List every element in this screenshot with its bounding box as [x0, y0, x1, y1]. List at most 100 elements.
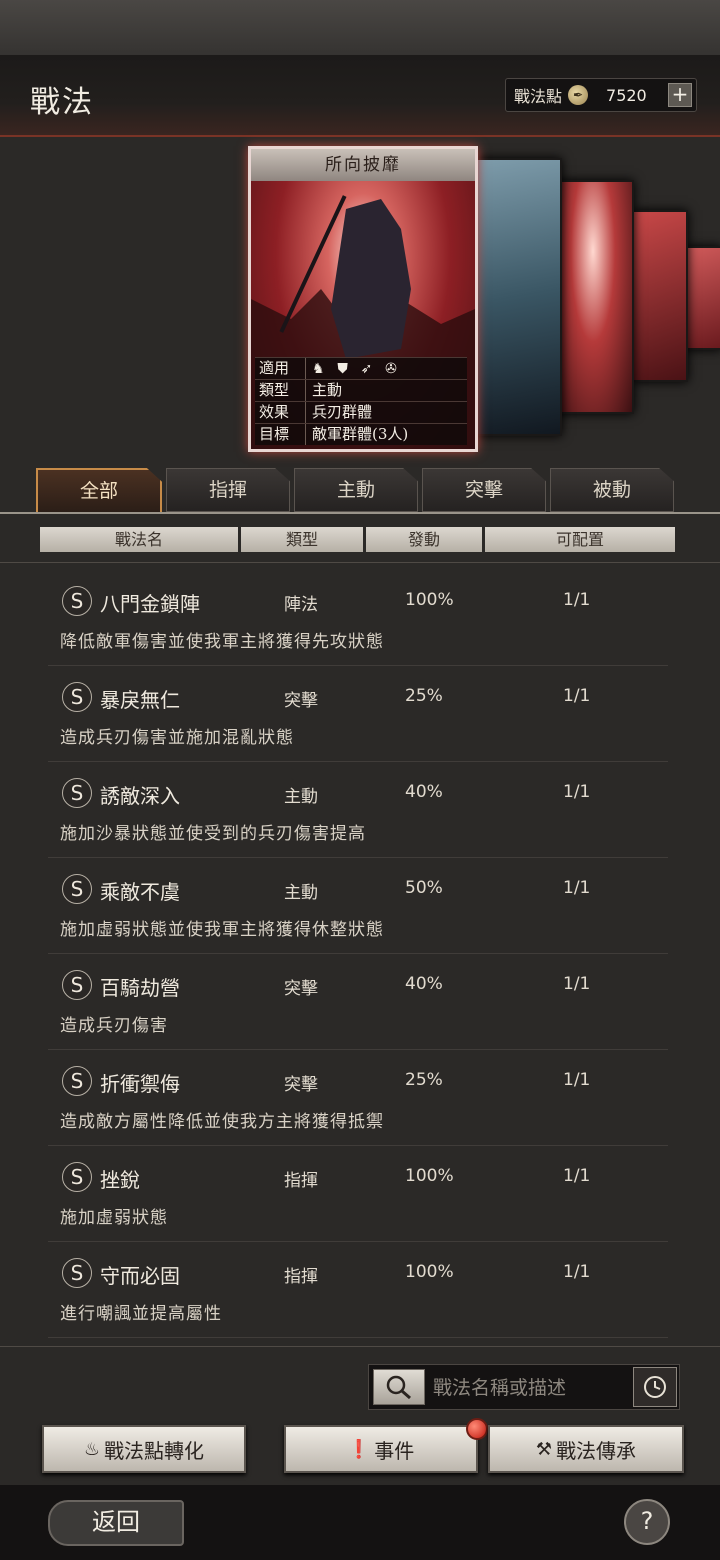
info-key: 類型 [255, 380, 306, 401]
tactic-type: 突擊 [284, 1075, 318, 1095]
clock-icon [644, 1376, 666, 1398]
cavalry-icon: ♞ [312, 361, 325, 377]
info-value: 主動 [312, 381, 343, 399]
tactic-rate: 100% [405, 1166, 454, 1186]
card-thumbnail[interactable] [632, 210, 688, 382]
alert-scroll-icon: ❗ [347, 1438, 371, 1460]
tactic-card-carousel[interactable]: 所向披靡 適用 ♞ ⛊ ➶ ✇ 類型 主動 效果 兵刃群體 目標 敵軍群體(3人… [0, 140, 720, 460]
tactic-points-value: 7520 [606, 85, 647, 105]
info-key: 目標 [255, 424, 306, 445]
tactic-type: 指揮 [284, 1267, 318, 1287]
info-key: 適用 [255, 358, 306, 379]
card-title: 所向披靡 [251, 149, 475, 181]
events-label: 事件 [374, 1438, 415, 1463]
tactic-name: 百騎劫營 [100, 976, 180, 1000]
card-info-row: 目標 敵軍群體(3人) [255, 423, 467, 445]
tactic-name: 誘敵深入 [100, 784, 180, 808]
info-value: 敵軍群體(3人) [312, 425, 409, 443]
tactic-point-coin-icon: ✒ [568, 85, 589, 105]
tactic-slots: 1/1 [563, 1070, 591, 1090]
grade-s-badge: S [62, 1066, 92, 1096]
notification-dot [466, 1418, 488, 1440]
tactic-list: S 八門金鎖陣 陣法 100% 1/1 降低敵軍傷害並使我軍主將獲得先攻狀態 S… [48, 570, 668, 1338]
column-header-type[interactable]: 類型 [241, 527, 363, 552]
tactic-row[interactable]: S 挫銳 指揮 100% 1/1 施加虛弱狀態 [48, 1146, 668, 1242]
tactic-slots: 1/1 [563, 686, 591, 706]
card-info-row: 類型 主動 [255, 379, 467, 401]
tactic-type: 主動 [284, 787, 318, 807]
tactic-rate: 50% [405, 878, 443, 898]
table-header: 戰法名 類型 發動 可配置 [40, 527, 678, 552]
tactic-type: 突擊 [284, 979, 318, 999]
history-button[interactable] [633, 1367, 677, 1407]
tab-all[interactable]: 全部 [36, 468, 162, 514]
tactic-name: 守而必固 [100, 1264, 180, 1288]
tactic-row[interactable]: S 百騎劫營 突擊 40% 1/1 造成兵刃傷害 [48, 954, 668, 1050]
column-header-rate[interactable]: 發動 [366, 527, 482, 552]
tactic-points-label: 戰法點 [514, 87, 563, 106]
tactic-row[interactable]: S 守而必固 指揮 100% 1/1 進行嘲諷並提高屬性 [48, 1242, 668, 1338]
grade-s-badge: S [62, 682, 92, 712]
card-thumbnail[interactable] [552, 180, 634, 414]
convert-points-button[interactable]: ♨ 戰法點轉化 [42, 1425, 246, 1473]
tactic-name: 折衝禦侮 [100, 1072, 180, 1096]
card-info-row: 適用 ♞ ⛊ ➶ ✇ [255, 357, 467, 379]
top-decor-band [0, 0, 720, 55]
tactic-name: 八門金鎖陣 [100, 592, 200, 616]
tactic-rate: 40% [405, 782, 443, 802]
search-button[interactable] [373, 1369, 425, 1405]
tactic-name: 暴戾無仁 [100, 688, 180, 712]
events-button[interactable]: ❗ 事件 [284, 1425, 478, 1473]
hammer-icon: ⚒ [535, 1438, 553, 1460]
siege-wheel-icon: ✇ [385, 361, 397, 377]
tactic-description: 造成敵方屬性降低並使我方主將獲得抵禦 [60, 1112, 384, 1132]
page-title: 戰法 [30, 85, 94, 120]
tactic-slots: 1/1 [563, 974, 591, 994]
tactic-name: 挫銳 [100, 1168, 140, 1192]
grade-s-badge: S [62, 1258, 92, 1288]
tab-passive[interactable]: 被動 [550, 468, 674, 512]
column-header-slots[interactable]: 可配置 [485, 527, 675, 552]
flame-icon: ♨ [83, 1438, 101, 1460]
tactic-slots: 1/1 [563, 1262, 591, 1282]
tactic-slots: 1/1 [563, 1166, 591, 1186]
tab-assault[interactable]: 突擊 [422, 468, 546, 512]
tab-command[interactable]: 指揮 [166, 468, 290, 512]
list-bottom-divider [0, 1346, 720, 1347]
tactic-description: 降低敵軍傷害並使我軍主將獲得先攻狀態 [60, 632, 384, 652]
search-icon [386, 1375, 411, 1400]
tactic-points-display: 戰法點 ✒ 7520 + [505, 78, 697, 112]
tactic-description: 造成兵刃傷害 [60, 1016, 168, 1036]
featured-tactic-card[interactable]: 所向披靡 適用 ♞ ⛊ ➶ ✇ 類型 主動 效果 兵刃群體 目標 敵軍群體(3人… [248, 146, 478, 452]
tactic-description: 施加虛弱狀態 [60, 1208, 168, 1228]
card-thumbnail[interactable] [472, 158, 562, 436]
tactic-rate: 40% [405, 974, 443, 994]
add-points-button[interactable]: + [668, 83, 692, 107]
tactic-type: 指揮 [284, 1171, 318, 1191]
tactic-row[interactable]: S 折衝禦侮 突擊 25% 1/1 造成敵方屬性降低並使我方主將獲得抵禦 [48, 1050, 668, 1146]
card-info-panel: 適用 ♞ ⛊ ➶ ✇ 類型 主動 效果 兵刃群體 目標 敵軍群體(3人) [255, 357, 467, 445]
tactic-inherit-label: 戰法傳承 [556, 1438, 637, 1463]
info-key: 效果 [255, 402, 306, 423]
tactic-inherit-button[interactable]: ⚒ 戰法傳承 [488, 1425, 684, 1473]
tactic-type: 主動 [284, 883, 318, 903]
tab-active[interactable]: 主動 [294, 468, 418, 512]
search-input[interactable] [431, 1371, 630, 1405]
tactic-row[interactable]: S 誘敵深入 主動 40% 1/1 施加沙暴狀態並使受到的兵刃傷害提高 [48, 762, 668, 858]
shield-icon: ⛊ [337, 361, 348, 377]
tactic-type: 突擊 [284, 691, 318, 711]
card-thumbnail[interactable] [684, 246, 720, 350]
grade-s-badge: S [62, 586, 92, 616]
tactic-row[interactable]: S 八門金鎖陣 陣法 100% 1/1 降低敵軍傷害並使我軍主將獲得先攻狀態 [48, 570, 668, 666]
header-divider [0, 562, 720, 563]
tactic-description: 造成兵刃傷害並施加混亂狀態 [60, 728, 294, 748]
help-button[interactable]: ? [624, 1499, 670, 1545]
tactic-row[interactable]: S 乘敵不虞 主動 50% 1/1 施加虛弱狀態並使我軍主將獲得休整狀態 [48, 858, 668, 954]
tactic-rate: 100% [405, 590, 454, 610]
column-header-name[interactable]: 戰法名 [40, 527, 238, 552]
back-button[interactable]: 返回 [48, 1500, 184, 1546]
tactic-slots: 1/1 [563, 590, 591, 610]
tactic-row[interactable]: S 暴戾無仁 突擊 25% 1/1 造成兵刃傷害並施加混亂狀態 [48, 666, 668, 762]
tactic-slots: 1/1 [563, 782, 591, 802]
applicable-troop-icons: ♞ ⛊ ➶ ✇ [306, 358, 405, 379]
